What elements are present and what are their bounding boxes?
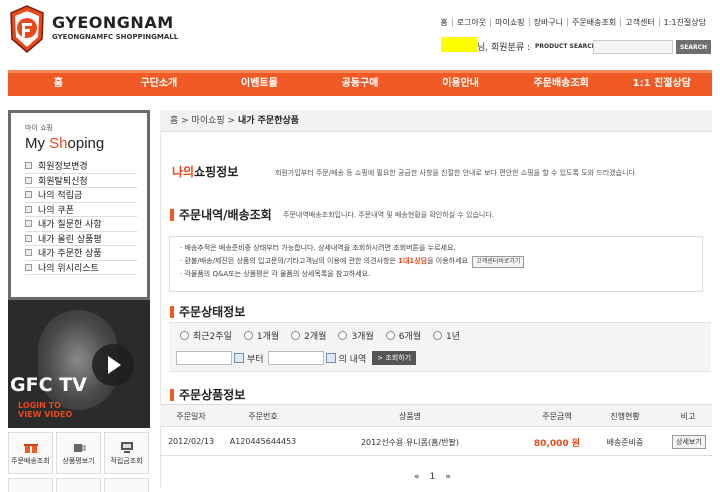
nav-event-mall[interactable]: 이벤트몰 (209, 73, 310, 96)
nav-group-buy[interactable]: 공동구매 (310, 73, 411, 96)
period-3months[interactable]: 3개월 (338, 329, 374, 342)
period-2weeks[interactable]: 최근2주일 (180, 329, 232, 342)
search-input[interactable] (593, 40, 673, 54)
computer-icon (120, 441, 133, 453)
search-button[interactable]: SEARCH (676, 40, 711, 54)
breadcrumb-current: 내가 주문한상품 (237, 116, 300, 126)
order-status: 배송준비중 (606, 438, 644, 447)
menu-item-reviews[interactable]: 내가 올린 상품평 (25, 232, 137, 246)
col-number: 주문번호 (248, 412, 278, 421)
top-link-myshopping[interactable]: 마이쇼핑 (490, 18, 528, 27)
menu-item-edit-profile[interactable]: 회원정보변경 (25, 159, 137, 174)
menu-item-coupons[interactable]: 나의 쿠폰 (25, 203, 137, 217)
order-status-title: 주문상태정보 (170, 303, 245, 320)
brand-subtitle: GYEONGNAMFC SHOPPINGMALL (52, 33, 179, 41)
top-link-cart[interactable]: 장바구니 (528, 18, 567, 27)
menu-item-orders[interactable]: 내가 주문한 상품 (25, 246, 137, 261)
quick-order-tracking[interactable]: 주문배송조회 (8, 432, 53, 474)
notice-box: · 배송추적은 배송준비중 상태부터 가능합니다. 상세내역을 조회하시려면 조… (169, 236, 703, 292)
notice-line-2: · 환불/배송/제진된 상품의 입고문의/기타고객님의 이용에 관한 의견사항은… (180, 255, 692, 268)
menu-item-points[interactable]: 나의 적립금 (25, 188, 137, 203)
member-grade-label: 님, 회원분류 : (477, 43, 531, 53)
myshopping-title: My Shoping (25, 135, 105, 152)
myshopping-menu: 회원정보변경 회원탈퇴신청 나의 적립금 나의 쿠폰 내가 질문한 사항 내가 … (25, 159, 137, 275)
username-redacted (441, 37, 477, 52)
col-amount: 주문금액 (542, 412, 572, 421)
order-table-header: 주문일자 주문번호 상품명 주문금액 진행현황 비고 (160, 404, 712, 427)
top-link-customer-center[interactable]: 고객센터 (620, 18, 658, 27)
quick-link-partial[interactable] (8, 478, 53, 492)
quick-reviews[interactable]: 상품평보기 (56, 432, 101, 474)
detail-button[interactable]: 상세보기 (672, 435, 706, 449)
top-link-home[interactable]: 홈 (436, 18, 451, 27)
col-status: 진행현황 (610, 412, 640, 421)
prev-page-icon[interactable]: « (414, 472, 420, 482)
period-6months[interactable]: 6개월 (385, 329, 421, 342)
menu-item-questions[interactable]: 내가 질문한 사항 (25, 217, 137, 232)
top-link-order-tracking[interactable]: 주문배송조회 (567, 18, 620, 27)
nav-consult[interactable]: 1:1 친절상담 (611, 73, 712, 96)
order-lookup-desc: 주문내역배송조회입니다. 주문내역 및 배송현황을 확인하실 수 있습니다. (283, 211, 494, 219)
col-date: 주문일자 (176, 412, 206, 421)
myinfo-title: 나의쇼핑정보 (172, 165, 239, 179)
gfc-tv-title: GFC TV (10, 374, 87, 396)
date-range: 부터 의 내역 > 조회하기 (176, 351, 417, 365)
order-number: A120445644453 (229, 437, 297, 446)
main-nav: 홈 구단소개 이벤트몰 공동구매 이용안내 주문배송조회 1:1 친절상담 (8, 70, 712, 96)
top-link-consult[interactable]: 1:1친절상담 (658, 18, 710, 27)
quick-links: 주문배송조회 상품평보기 적립금조회 (8, 432, 150, 474)
club-logo[interactable] (9, 5, 45, 53)
page-number[interactable]: 1 (430, 472, 436, 482)
product-name[interactable]: 2012선수용 유니폼(홈/반팔) (340, 437, 480, 448)
quick-link-partial[interactable] (56, 478, 101, 492)
period-1year[interactable]: 1년 (433, 329, 460, 342)
to-label: 의 내역 (338, 354, 367, 365)
coffee-cup-icon (73, 443, 85, 452)
myshopping-small-title: 마이 쇼핑 (25, 124, 53, 132)
col-product: 상품명 (398, 412, 422, 421)
quick-link-partial[interactable] (104, 478, 149, 492)
calendar-icon[interactable] (234, 353, 244, 363)
notice-line-3: · 각물품의 Q&A또는 상품평은 각 물품의 상세목록을 참고하세요. (180, 270, 371, 278)
nav-order-tracking[interactable]: 주문배송조회 (511, 73, 612, 96)
gift-box-icon (23, 441, 38, 453)
period-2months[interactable]: 2개월 (291, 329, 326, 342)
nav-guide[interactable]: 이용안내 (410, 73, 511, 96)
period-radio-group: 최근2주일 1개월 2개월 3개월 6개월 1년 (180, 329, 460, 342)
menu-item-wishlist[interactable]: 나의 위시리스트 (25, 261, 137, 275)
quick-points[interactable]: 적립금조회 (104, 432, 149, 474)
product-search-label: PRODUCT SEARCH (535, 43, 597, 50)
end-date-input[interactable] (267, 351, 324, 365)
top-links: 홈 로그아웃 마이쇼핑 장바구니 주문배송조회 고객센터 1:1친절상담 (436, 18, 710, 27)
breadcrumb: 홈 > 마이쇼핑 > 내가 주문한상품 (160, 110, 712, 132)
start-date-input[interactable] (176, 351, 232, 365)
myshopping-panel: 마이 쇼핑 My Shoping 회원정보변경 회원탈퇴신청 나의 적립금 나의… (8, 110, 150, 300)
table-row: 2012/02/13 A120445644453 2012선수용 유니폼(홈/반… (160, 428, 712, 456)
query-button[interactable]: > 조회하기 (372, 351, 417, 365)
menu-item-withdraw[interactable]: 회원탈퇴신청 (25, 174, 137, 188)
order-date: 2012/02/13 (167, 437, 215, 446)
myinfo-description: 회원가입부터 주문/배송 등 쇼핑에 필요한 궁금한 사항을 친절한 안내로 보… (275, 169, 638, 177)
top-link-logout[interactable]: 로그아웃 (451, 18, 490, 27)
quick-links-row2 (8, 478, 150, 492)
next-page-icon[interactable]: » (445, 472, 451, 482)
order-amount: 80,000 원 (533, 439, 581, 449)
customer-center-button[interactable]: 고객센터바로가기 (472, 256, 525, 268)
from-label: 부터 (247, 354, 264, 365)
calendar-icon[interactable] (325, 353, 336, 363)
order-products-title: 주문상품정보 (170, 386, 245, 403)
order-lookup-title: 주문내역/배송조회 (170, 206, 272, 223)
play-icon[interactable] (92, 344, 134, 386)
brand-title: GYEONGNAM (52, 13, 174, 32)
period-1month[interactable]: 1개월 (243, 329, 279, 342)
nav-home[interactable]: 홈 (8, 73, 109, 96)
nav-club-intro[interactable]: 구단소개 (109, 73, 210, 96)
notice-line-1: · 배송추적은 배송준비중 상태부터 가능합니다. 상세내역을 조회하시려면 조… (180, 244, 456, 252)
col-note: 비고 (680, 412, 696, 421)
pagination: « 1 » (414, 472, 451, 482)
gfc-tv-login-text: LOGIN TO VIEW VIDEO (18, 401, 73, 419)
